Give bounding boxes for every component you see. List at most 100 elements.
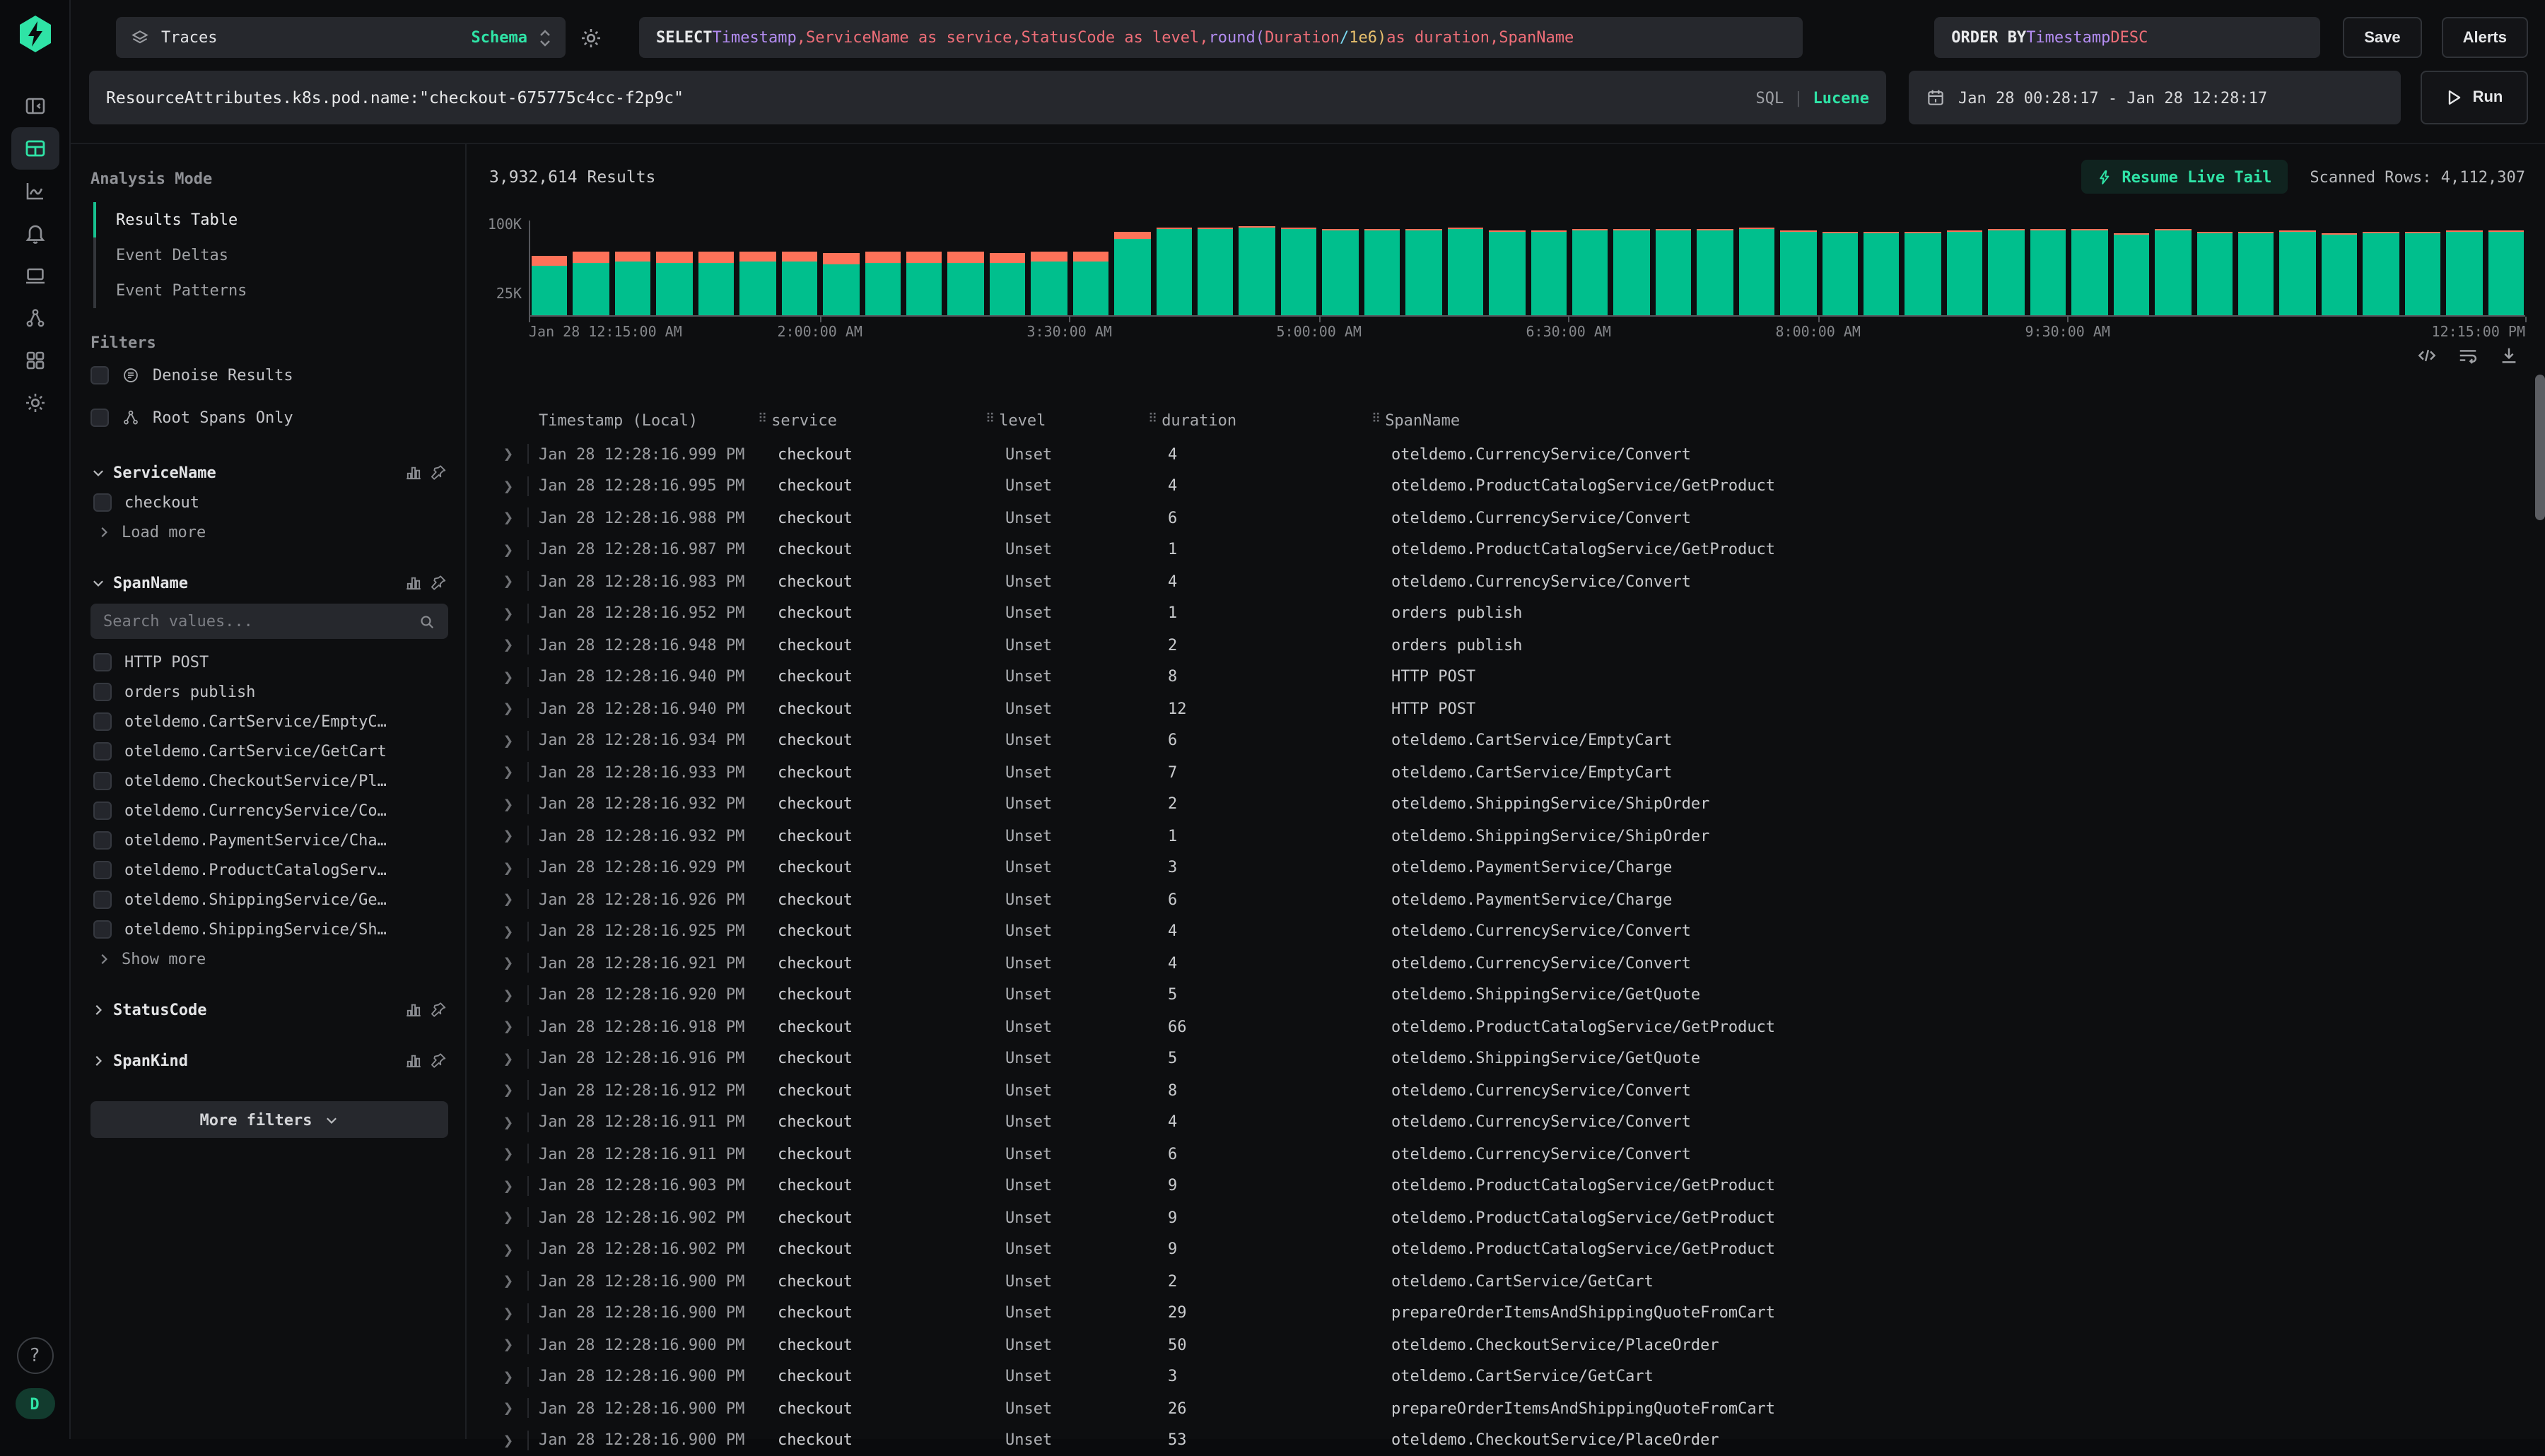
table-row[interactable]: ❯Jan 28 12:28:16.902 PMcheckoutUnset9ote…	[489, 1233, 2531, 1265]
histogram-bar[interactable]	[2363, 233, 2399, 315]
histogram-bar[interactable]	[865, 252, 901, 315]
scrollbar-thumb[interactable]	[2535, 375, 2545, 520]
date-range-picker[interactable]: Jan 28 00:28:17 - Jan 28 12:28:17	[1909, 71, 2401, 124]
bar-chart-icon[interactable]	[404, 463, 423, 481]
histogram-bar[interactable]	[1198, 227, 1234, 315]
expand-row-chevron[interactable]: ❯	[489, 1240, 529, 1260]
column-header-duration[interactable]: ⠿duration	[1148, 411, 1371, 429]
histogram-bar[interactable]	[1780, 230, 1816, 315]
drag-handle-icon[interactable]: ⠿	[758, 413, 766, 427]
checkbox[interactable]	[93, 831, 112, 850]
column-header-spanname[interactable]: ⠿SpanName	[1371, 411, 2531, 429]
histogram-bar[interactable]	[1905, 232, 1941, 315]
table-row[interactable]: ❯Jan 28 12:28:16.900 PMcheckoutUnset50ot…	[489, 1329, 2531, 1361]
histogram-bar[interactable]	[948, 252, 984, 315]
code-view-icon[interactable]	[2416, 345, 2438, 366]
expand-row-chevron[interactable]: ❯	[489, 794, 529, 814]
bar-chart-icon[interactable]	[404, 1051, 423, 1069]
checkbox[interactable]	[93, 920, 112, 939]
expand-row-chevron[interactable]: ❯	[489, 699, 529, 719]
table-row[interactable]: ❯Jan 28 12:28:16.912 PMcheckoutUnset8ote…	[489, 1074, 2531, 1106]
histogram-bar[interactable]	[1405, 230, 1441, 315]
histogram-bar[interactable]	[2155, 229, 2191, 315]
dashboards-icon[interactable]	[11, 339, 59, 382]
histogram-bar[interactable]	[739, 251, 776, 315]
table-row[interactable]: ❯Jan 28 12:28:16.929 PMcheckoutUnset3ote…	[489, 852, 2531, 883]
table-row[interactable]: ❯Jan 28 12:28:16.999 PMcheckoutUnset4ote…	[489, 438, 2531, 470]
table-row[interactable]: ❯Jan 28 12:28:16.921 PMcheckoutUnset4ote…	[489, 947, 2531, 979]
analysis-mode-item[interactable]: Event Deltas	[93, 237, 448, 273]
expand-row-chevron[interactable]: ❯	[489, 1303, 529, 1323]
download-icon[interactable]	[2498, 345, 2520, 366]
table-row[interactable]: ❯Jan 28 12:28:16.900 PMcheckoutUnset29pr…	[489, 1297, 2531, 1329]
table-row[interactable]: ❯Jan 28 12:28:16.932 PMcheckoutUnset1ote…	[489, 820, 2531, 852]
histogram-bar[interactable]	[1072, 251, 1108, 315]
values-search-input[interactable]: Search values...	[90, 604, 448, 639]
load-more-link[interactable]: Load more	[90, 517, 448, 547]
histogram-bar[interactable]	[1031, 251, 1067, 315]
table-row[interactable]: ❯Jan 28 12:28:16.911 PMcheckoutUnset4ote…	[489, 1106, 2531, 1138]
expand-row-chevron[interactable]: ❯	[489, 1367, 529, 1387]
analysis-mode-item[interactable]: Event Patterns	[93, 273, 448, 308]
user-avatar[interactable]: D	[15, 1388, 54, 1419]
histogram-bar[interactable]	[906, 252, 942, 315]
table-row[interactable]: ❯Jan 28 12:28:16.983 PMcheckoutUnset4ote…	[489, 565, 2531, 597]
table-row[interactable]: ❯Jan 28 12:28:16.925 PMcheckoutUnset4ote…	[489, 915, 2531, 947]
checkbox[interactable]	[93, 653, 112, 671]
histogram-bar[interactable]	[573, 252, 609, 315]
histogram-bar[interactable]	[2030, 230, 2066, 315]
expand-row-chevron[interactable]: ❯	[489, 1335, 529, 1355]
column-header-timestamp-local-[interactable]: Timestamp (Local)	[529, 411, 758, 429]
table-row[interactable]: ❯Jan 28 12:28:16.902 PMcheckoutUnset9ote…	[489, 1202, 2531, 1233]
bar-chart-icon[interactable]	[404, 573, 423, 592]
histogram-bar[interactable]	[1572, 229, 1608, 315]
table-row[interactable]: ❯Jan 28 12:28:16.933 PMcheckoutUnset7ote…	[489, 756, 2531, 788]
select-clause-input[interactable]: SELECT Timestamp, ServiceName as service…	[639, 17, 1803, 58]
chevron-down-icon[interactable]	[90, 464, 106, 480]
schema-link[interactable]: Schema	[472, 28, 528, 47]
histogram-bar[interactable]	[2113, 233, 2149, 315]
checkbox[interactable]	[93, 712, 112, 731]
expand-row-chevron[interactable]: ❯	[489, 1081, 529, 1100]
pin-icon[interactable]	[430, 1051, 448, 1069]
histogram-bar[interactable]	[823, 253, 859, 315]
histogram-bar[interactable]	[1656, 230, 1692, 315]
histogram-bar[interactable]	[657, 252, 693, 315]
pin-icon[interactable]	[430, 573, 448, 592]
load-more-link[interactable]: Show more	[90, 944, 448, 974]
table-row[interactable]: ❯Jan 28 12:28:16.940 PMcheckoutUnset12HT…	[489, 693, 2531, 724]
expand-row-chevron[interactable]: ❯	[489, 1112, 529, 1132]
table-row[interactable]: ❯Jan 28 12:28:16.940 PMcheckoutUnset8HTT…	[489, 661, 2531, 693]
wrap-lines-icon[interactable]	[2457, 345, 2479, 366]
chevron-right-icon[interactable]	[90, 1052, 106, 1068]
column-header-service[interactable]: ⠿service	[758, 411, 985, 429]
histogram-bar[interactable]	[1364, 230, 1400, 315]
query-settings-gear-icon[interactable]	[580, 26, 608, 49]
expand-row-chevron[interactable]: ❯	[489, 604, 529, 623]
table-row[interactable]: ❯Jan 28 12:28:16.932 PMcheckoutUnset2ote…	[489, 788, 2531, 820]
table-row[interactable]: ❯Jan 28 12:28:16.903 PMcheckoutUnset9ote…	[489, 1170, 2531, 1202]
service-map-icon[interactable]	[11, 297, 59, 339]
scrollbar[interactable]	[2535, 370, 2545, 1445]
settings-gear-icon[interactable]	[11, 382, 59, 424]
histogram-bar[interactable]	[1239, 226, 1275, 315]
table-row[interactable]: ❯Jan 28 12:28:16.900 PMcheckoutUnset53ot…	[489, 1424, 2531, 1456]
drag-handle-icon[interactable]: ⠿	[1148, 413, 1156, 427]
orderby-clause-input[interactable]: ORDER BY Timestamp DESC	[1934, 17, 2320, 58]
table-row[interactable]: ❯Jan 28 12:28:16.918 PMcheckoutUnset66ot…	[489, 1011, 2531, 1043]
expand-row-chevron[interactable]: ❯	[489, 1144, 529, 1164]
checkbox[interactable]	[93, 683, 112, 701]
expand-row-chevron[interactable]: ❯	[489, 540, 529, 560]
resume-live-tail-button[interactable]: Resume Live Tail	[2081, 160, 2287, 194]
filter-group-header[interactable]: ServiceName	[90, 457, 448, 488]
drag-handle-icon[interactable]: ⠿	[1371, 413, 1379, 427]
lucene-toggle[interactable]: Lucene	[1813, 88, 1870, 107]
expand-row-chevron[interactable]: ❯	[489, 890, 529, 910]
table-row[interactable]: ❯Jan 28 12:28:16.900 PMcheckoutUnset2ote…	[489, 1265, 2531, 1297]
histogram-bar[interactable]	[781, 251, 817, 315]
expand-row-chevron[interactable]: ❯	[489, 635, 529, 655]
table-row[interactable]: ❯Jan 28 12:28:16.988 PMcheckoutUnset6ote…	[489, 502, 2531, 534]
histogram-bar[interactable]	[2404, 232, 2440, 315]
table-row[interactable]: ❯Jan 28 12:28:16.948 PMcheckoutUnset2ord…	[489, 629, 2531, 661]
save-button[interactable]: Save	[2343, 17, 2421, 58]
